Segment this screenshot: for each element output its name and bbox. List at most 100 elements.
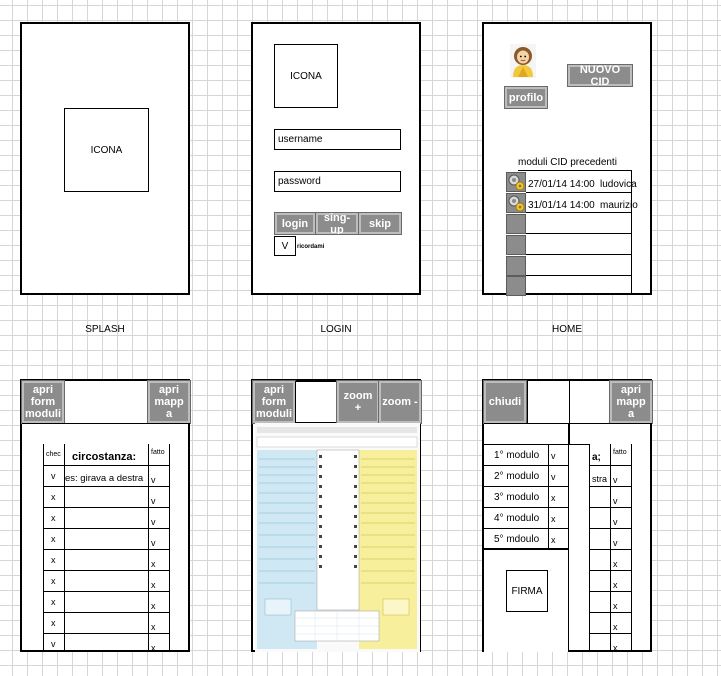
row-empty-square: [506, 235, 526, 255]
row-empty-square: [506, 214, 526, 234]
table-row-line: [43, 612, 169, 613]
check-cell[interactable]: v: [51, 471, 56, 481]
remember-check-mark: V: [281, 240, 289, 252]
table-col-line: [169, 444, 170, 652]
module-label[interactable]: 1° modulo: [494, 450, 539, 461]
modules-screen: chiudi apri mapp a a; fatto stra v v v v…: [482, 379, 653, 653]
row-gear-button[interactable]: [506, 172, 526, 192]
check-cell[interactable]: x: [51, 618, 56, 628]
cid-form-image: [255, 423, 420, 652]
panel-line: [569, 381, 570, 444]
previous-cid-title: moduli CID precedenti: [518, 157, 617, 168]
module-row-line: [484, 486, 569, 487]
new-cid-button[interactable]: NUOVO CID: [567, 64, 633, 88]
module-col-line: [548, 444, 549, 549]
module-mark: x: [551, 535, 556, 545]
circumstance-example: es: girava a destra: [65, 473, 144, 484]
entry-name: maurizio: [600, 200, 638, 211]
entry-date: 27/01/14 14:00: [528, 179, 595, 190]
row-empty-square: [506, 276, 526, 296]
check-cell[interactable]: x: [51, 513, 56, 523]
table-row-line: [589, 612, 631, 613]
open-forms-button[interactable]: apri form moduli: [21, 380, 65, 424]
check-cell[interactable]: x: [51, 534, 56, 544]
entry-name: ludovica: [600, 179, 637, 190]
done-cell: v: [151, 496, 156, 506]
sign-button-label: FIRMA: [511, 585, 543, 597]
check-cell[interactable]: x: [51, 576, 56, 586]
row-gear-button[interactable]: [506, 193, 526, 213]
table-row-line: [589, 528, 631, 529]
skip-button[interactable]: skip: [358, 212, 402, 235]
table-col-line: [43, 444, 44, 652]
right-col-header: fatto: [613, 449, 627, 456]
table-row-line: [589, 633, 631, 634]
done-cell: v: [151, 475, 156, 485]
password-placeholder: password: [278, 176, 321, 187]
table-row-line: [43, 486, 169, 487]
check-cell[interactable]: x: [51, 492, 56, 502]
gear-icon: [508, 195, 525, 212]
header-bottom-line: [22, 423, 190, 424]
remember-label: ricordami: [297, 244, 325, 250]
check-cell[interactable]: v: [51, 639, 56, 649]
check-cell[interactable]: x: [51, 555, 56, 565]
password-field[interactable]: password: [274, 171, 401, 192]
table-col-line: [631, 444, 632, 652]
row-empty-square: [506, 256, 526, 276]
done-cell: x: [613, 622, 618, 632]
module-label[interactable]: 5° mdoulo: [494, 534, 539, 545]
signup-button[interactable]: sing-up: [315, 212, 359, 236]
close-button[interactable]: chiudi: [483, 380, 527, 424]
remember-checkbox[interactable]: V: [274, 236, 296, 256]
gear-icon: [508, 174, 525, 191]
table-col-line: [610, 444, 611, 652]
module-mark: x: [551, 514, 556, 524]
done-cell: v: [613, 538, 618, 548]
panel-top-line: [484, 423, 569, 424]
module-label[interactable]: 3° modulo: [494, 492, 539, 503]
check-cell[interactable]: x: [51, 597, 56, 607]
login-caption: LOGIN: [320, 324, 352, 335]
table-row-line: [589, 570, 631, 571]
login-button[interactable]: login: [274, 212, 316, 235]
open-map-button[interactable]: apri mapp a: [147, 380, 191, 424]
table-row-line: [589, 591, 631, 592]
panel-line: [569, 444, 589, 445]
right-header-fragment: a;: [592, 452, 601, 463]
accident-report-form-illustration: [255, 423, 420, 652]
table-row-line: [589, 507, 631, 508]
table-row-line: [43, 591, 169, 592]
done-cell: x: [613, 580, 618, 590]
entry-date: 31/01/14 14:00: [528, 200, 595, 211]
zoom-out-button[interactable]: zoom -: [378, 380, 422, 424]
home-caption: HOME: [552, 324, 582, 335]
zoom-in-button[interactable]: zoom +: [336, 380, 380, 424]
username-field[interactable]: username: [274, 129, 401, 150]
splash-app-icon: ICONA: [64, 108, 149, 192]
profile-button[interactable]: profilo: [504, 86, 548, 109]
table-row-line: [589, 549, 631, 550]
open-forms-button[interactable]: apri form moduli: [252, 380, 296, 424]
avatar: [510, 44, 536, 78]
sign-button[interactable]: FIRMA: [506, 570, 548, 612]
module-label[interactable]: 2° modulo: [494, 471, 539, 482]
done-cell: x: [151, 601, 156, 611]
col-done-header: fatto: [151, 449, 165, 456]
open-map-button[interactable]: apri mapp a: [609, 380, 653, 424]
table-row-line: [43, 570, 169, 571]
done-cell: x: [151, 643, 156, 653]
blank-toolbar-slot: [295, 381, 337, 423]
list-row-line: [526, 192, 631, 193]
done-cell: v: [613, 517, 618, 527]
module-row-line: [484, 507, 569, 508]
table-col-line: [148, 444, 149, 652]
module-label[interactable]: 4° modulo: [494, 513, 539, 524]
list-row-line: [526, 212, 631, 213]
done-cell: x: [613, 601, 618, 611]
module-mark: v: [551, 472, 556, 482]
done-cell: v: [613, 496, 618, 506]
user-avatar-icon: [510, 44, 536, 78]
right-partial-text: stra: [592, 474, 608, 484]
list-title-underline: [518, 170, 631, 171]
